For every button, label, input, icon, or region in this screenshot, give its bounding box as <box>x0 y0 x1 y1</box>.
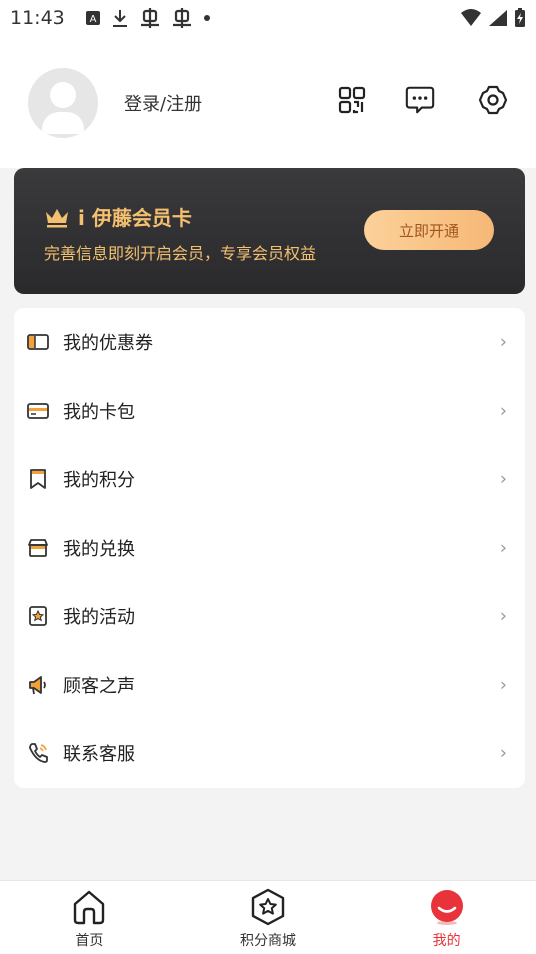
dot-icon <box>203 15 210 21</box>
smile-face-icon <box>427 887 467 927</box>
avatar-body-shape <box>42 112 84 134</box>
avatar[interactable] <box>28 68 98 138</box>
download-icon <box>112 10 127 27</box>
menu-list: 我的优惠券 › 我的卡包 › 我的积分 › 我的兑换 › 我的活动 › 顾客之声 <box>14 308 525 788</box>
chevron-right-icon: › <box>499 400 507 422</box>
bottom-tab-bar: 首页 积分商城 我的 <box>0 880 536 954</box>
tab-label: 积分商城 <box>240 933 296 949</box>
menu-item-points[interactable]: 我的积分 › <box>14 445 525 514</box>
menu-item-coupons[interactable]: 我的优惠券 › <box>14 308 525 377</box>
wifi-icon <box>461 9 481 26</box>
chevron-right-icon: › <box>499 674 507 696</box>
activate-now-button[interactable]: 立即开通 <box>364 210 494 250</box>
tab-label: 我的 <box>432 933 461 949</box>
member-card-subtitle: 完善信息即刻开启会员，专享会员权益 <box>44 244 317 263</box>
qr-code-icon[interactable] <box>336 84 368 116</box>
status-bar: 11:43 A <box>0 0 536 36</box>
a-box-icon: A <box>85 11 100 25</box>
menu-item-label: 我的卡包 <box>63 401 135 423</box>
battery-charging-icon <box>515 8 525 27</box>
chevron-right-icon: › <box>499 605 507 627</box>
menu-item-exchange[interactable]: 我的兑换 › <box>14 514 525 583</box>
crown-icon <box>46 208 68 227</box>
tab-label: 首页 <box>75 933 104 949</box>
avatar-head-shape <box>50 82 76 108</box>
points-bookmark-icon <box>26 467 50 491</box>
menu-item-label: 联系客服 <box>63 744 135 766</box>
phone-icon <box>26 741 50 765</box>
tab-home[interactable]: 首页 <box>0 881 179 954</box>
menu-item-label: 我的兑换 <box>63 538 135 560</box>
member-card: i 伊藤会员卡 完善信息即刻开启会员，专享会员权益 立即开通 <box>14 168 525 294</box>
status-time: 11:43 <box>10 7 65 29</box>
menu-item-label: 我的积分 <box>63 470 135 492</box>
menu-item-label: 顾客之声 <box>63 675 135 697</box>
settings-icon[interactable] <box>477 84 509 116</box>
profile-header: 登录/注册 <box>0 36 536 168</box>
message-icon[interactable] <box>404 84 436 116</box>
menu-item-activities[interactable]: 我的活动 › <box>14 582 525 651</box>
exchange-store-icon <box>26 536 50 560</box>
home-icon <box>69 887 109 927</box>
chevron-right-icon: › <box>499 331 507 353</box>
menu-item-card-wallet[interactable]: 我的卡包 › <box>14 377 525 446</box>
chevron-right-icon: › <box>499 537 507 559</box>
chevron-right-icon: › <box>499 742 507 764</box>
menu-item-customer-voice[interactable]: 顾客之声 › <box>14 651 525 720</box>
signal-icon <box>489 10 507 26</box>
star-hexagon-icon <box>248 887 288 927</box>
tab-points-mall[interactable]: 积分商城 <box>179 881 358 954</box>
svg-text:A: A <box>89 14 96 25</box>
card-wallet-icon <box>26 399 50 423</box>
menu-item-contact-service[interactable]: 联系客服 › <box>14 719 525 788</box>
megaphone-icon <box>26 673 50 697</box>
chevron-right-icon: › <box>499 468 507 490</box>
bug-icon <box>172 8 191 28</box>
coupon-icon <box>26 330 50 354</box>
menu-item-label: 我的活动 <box>63 607 135 629</box>
tab-mine[interactable]: 我的 <box>357 881 536 954</box>
bug-icon <box>140 8 159 28</box>
member-card-title: i 伊藤会员卡 <box>78 206 192 230</box>
member-card-title-row: i 伊藤会员卡 <box>44 202 192 231</box>
login-register-link[interactable]: 登录/注册 <box>124 90 202 116</box>
activity-badge-icon <box>26 604 50 628</box>
menu-item-label: 我的优惠券 <box>63 333 153 355</box>
